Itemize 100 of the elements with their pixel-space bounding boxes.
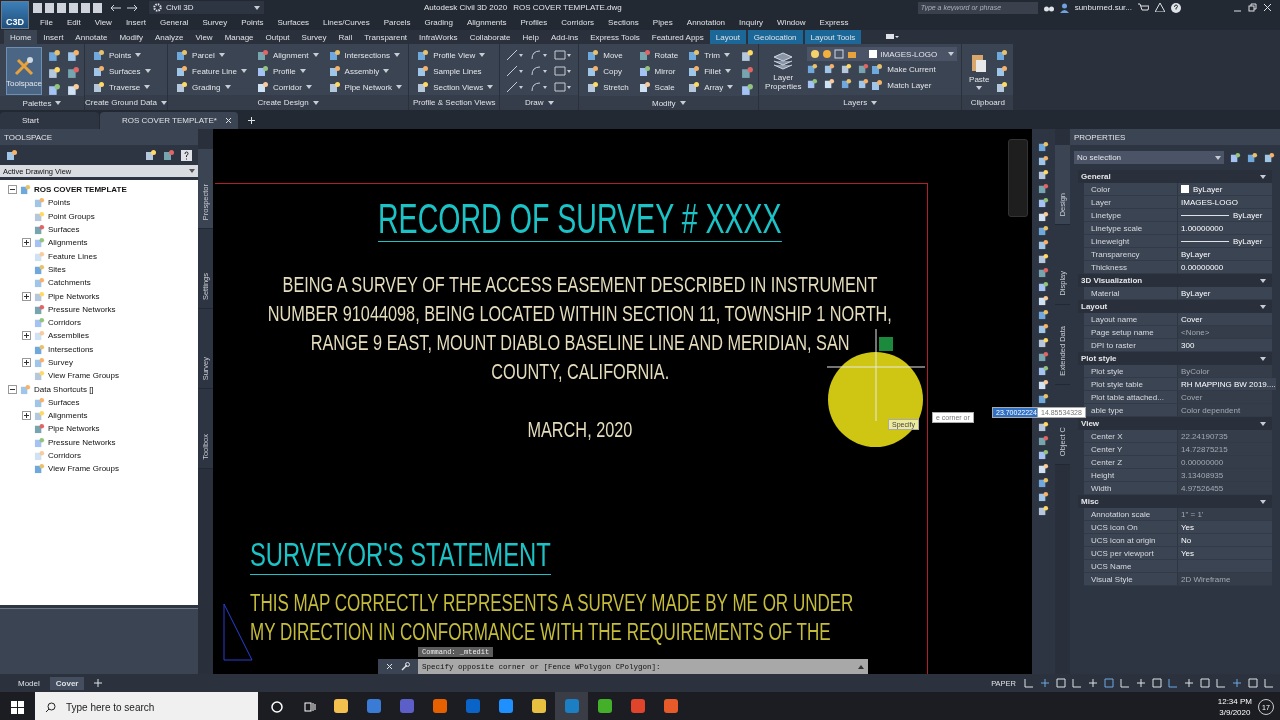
ribbon-tab[interactable]: Home [4, 30, 38, 44]
ribbon-tab[interactable]: Rail [332, 30, 359, 44]
ribbon-button[interactable]: Corridor [254, 79, 321, 95]
section-header[interactable]: View [1078, 417, 1272, 430]
tree-item[interactable]: Surfaces [48, 397, 80, 407]
tree-item[interactable]: Survey [48, 358, 73, 367]
panel-title[interactable]: Create Design [168, 95, 409, 110]
ribbon-tab[interactable]: Help [516, 30, 545, 44]
menu-item[interactable]: Sections [601, 18, 646, 27]
menu-item[interactable]: Lines/Curves [316, 18, 377, 27]
ribbon-tab[interactable]: Express Tools [584, 30, 646, 44]
ribbon-tab[interactable]: Featured Apps [645, 30, 710, 44]
ribbon-button[interactable]: Intersections [326, 47, 405, 63]
tree-item[interactable]: Alignments [48, 238, 88, 248]
tree-item[interactable]: Pressure Networks [48, 304, 116, 314]
section-header[interactable]: Misc [1078, 495, 1272, 508]
ribbon-tab[interactable]: Output [259, 30, 296, 44]
ribbon-button[interactable]: Make Current [869, 61, 938, 77]
menu-item[interactable]: Points [234, 18, 271, 27]
layout-tab[interactable]: Cover [49, 676, 85, 690]
ribbon-button[interactable]: Scale [636, 79, 681, 95]
ribbon-tab[interactable]: Collaborate [463, 30, 517, 44]
panel-title[interactable]: Layers [759, 95, 962, 110]
menu-item[interactable]: File [33, 18, 60, 27]
menu-item[interactable]: Pipes [645, 18, 680, 27]
ribbon-button[interactable]: Parcel [174, 47, 249, 63]
tree-item[interactable]: Pressure Networks [48, 437, 116, 447]
document-tab[interactable]: ROS COVER TEMPLATE* [100, 112, 238, 129]
menu-item[interactable]: Survey [195, 18, 235, 27]
tree-item[interactable]: Catchments [48, 278, 91, 288]
document-tab[interactable]: Start [0, 112, 99, 129]
selection-dropdown[interactable]: No selection [1074, 151, 1224, 164]
ribbon-button[interactable]: Profile View [415, 47, 496, 63]
menu-item[interactable]: Express [812, 18, 856, 27]
ribbon-button[interactable]: Assembly [326, 63, 405, 79]
section-header[interactable]: 3D Visualization [1078, 274, 1272, 287]
ribbon-button[interactable]: Move [585, 47, 631, 63]
panel-title[interactable]: Create Ground Data [85, 95, 168, 110]
panel-title[interactable]: Palettes [0, 96, 84, 110]
menu-item[interactable]: Corridors [554, 18, 602, 27]
clock[interactable]: 12:34 PM 3/9/2020 [1217, 696, 1258, 718]
ribbon-tab[interactable]: Transparent [358, 30, 414, 44]
menu-item[interactable]: Edit [59, 18, 88, 27]
workspace-dropdown[interactable]: Civil 3D [149, 1, 264, 14]
ribbon-tab[interactable]: Analyze [148, 30, 190, 44]
menu-item[interactable]: Parcels [376, 18, 418, 27]
tree-item[interactable]: Pipe Networks [48, 424, 100, 434]
ribbon-tab[interactable]: Layout [709, 30, 746, 44]
tree-item[interactable]: Point Groups [48, 211, 95, 221]
app-menu-button[interactable]: C3D [1, 1, 29, 29]
layout-tab[interactable]: Model [12, 676, 46, 690]
ribbon-button[interactable]: Surfaces [91, 63, 153, 79]
ribbon-tab[interactable]: Modify [113, 30, 149, 44]
panel-title[interactable]: Draw [500, 95, 579, 110]
panel-title[interactable]: Modify [579, 96, 759, 110]
ribbon-button[interactable]: Trim [686, 47, 736, 63]
tree-item[interactable]: Feature Lines [48, 251, 97, 261]
tree-item[interactable]: Points [48, 198, 71, 208]
ribbon-tab[interactable]: Layout Tools [804, 30, 862, 44]
menu-item[interactable]: General [152, 18, 196, 27]
ribbon-tab[interactable]: Survey [295, 30, 333, 44]
panel-title[interactable]: Clipboard [962, 95, 1014, 110]
section-header[interactable]: General [1078, 170, 1272, 183]
tree-item[interactable]: Pipe Networks [48, 291, 100, 301]
tree-item[interactable]: Sites [48, 264, 66, 274]
menu-item[interactable]: View [87, 18, 119, 27]
tree-item[interactable]: Surfaces [48, 225, 80, 235]
toolspace-button[interactable]: Toolspace [6, 47, 42, 95]
user-name[interactable]: sunburned.sur... [1074, 3, 1132, 12]
menu-item[interactable]: Annotation [679, 18, 733, 27]
ribbon-button[interactable]: Points [91, 47, 153, 63]
menu-item[interactable]: Insert [118, 18, 153, 27]
menu-item[interactable]: Grading [417, 18, 460, 27]
ribbon-button[interactable]: Traverse [91, 79, 153, 95]
ribbon-tab[interactable]: Manage [218, 30, 260, 44]
layer-properties-button[interactable]: Layer Properties [765, 47, 802, 95]
tree-item[interactable]: View Frame Groups [48, 371, 119, 381]
ribbon-button[interactable]: Copy [585, 63, 631, 79]
panel-title[interactable]: Profile & Section Views [409, 95, 500, 110]
property-value[interactable]: RH MAPPING BW 2019.... [1178, 378, 1276, 390]
menu-item[interactable]: Profiles [513, 18, 555, 27]
tree-item[interactable]: Alignments [48, 411, 88, 421]
ribbon-tab[interactable]: View [189, 30, 219, 44]
ribbon-button[interactable]: Sample Lines [415, 63, 496, 79]
tree-item[interactable]: Corridors [48, 318, 81, 328]
ribbon-tab[interactable]: InfraWorks [413, 30, 464, 44]
ribbon-button[interactable]: Pipe Network [326, 79, 405, 95]
ribbon-button[interactable]: Feature Line [174, 63, 249, 79]
ribbon-button[interactable]: Match Layer [869, 77, 938, 93]
ribbon-button[interactable]: Alignment [254, 47, 321, 63]
tree-item[interactable]: Data Shortcuts [] [34, 384, 94, 394]
paste-button[interactable]: Paste [968, 47, 991, 95]
tree-item[interactable]: ROS COVER TEMPLATE [34, 185, 127, 195]
ribbon-button[interactable]: Array [686, 79, 736, 95]
ribbon-button[interactable]: Rotate [636, 47, 681, 63]
ribbon-tab[interactable]: Insert [37, 30, 70, 44]
ribbon-button[interactable]: Fillet [686, 63, 736, 79]
menu-item[interactable]: Inquiry [732, 18, 771, 27]
menu-item[interactable]: Alignments [459, 18, 514, 27]
layer-dropdown[interactable]: IMAGES-LOGO [807, 47, 958, 61]
